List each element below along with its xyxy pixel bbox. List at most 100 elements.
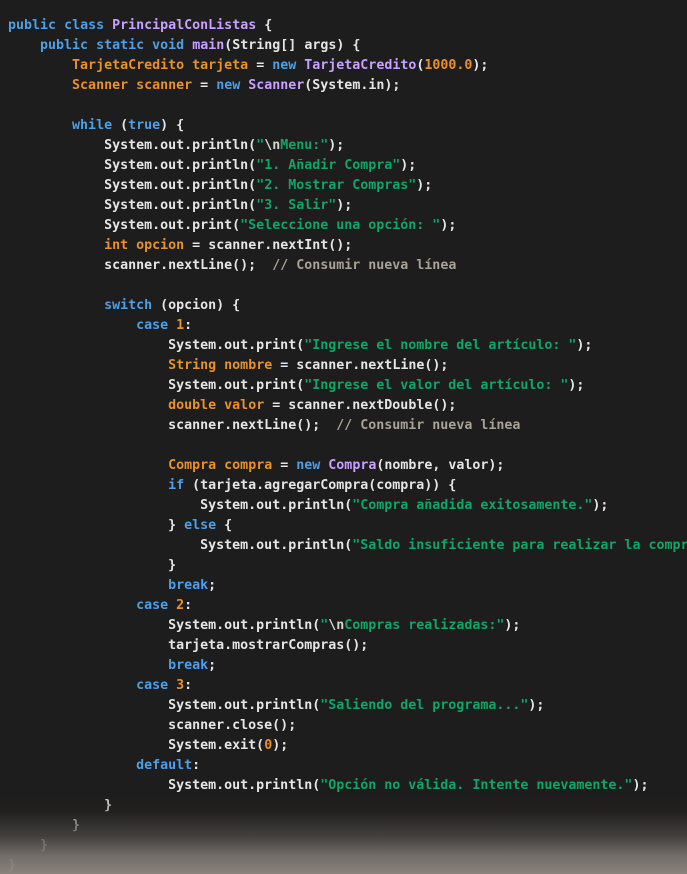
- code-token-pln: =: [192, 78, 217, 94]
- code-token-kw: void: [152, 38, 185, 54]
- code-token-typ: String: [168, 358, 217, 374]
- code-line: System.out.print("Ingrese el valor del a…: [0, 376, 687, 396]
- code-token-num: 1: [176, 318, 185, 334]
- code-token-pln: System.out.println(: [104, 198, 257, 214]
- code-token-pln: [168, 598, 176, 613]
- code-token-pln: [8, 738, 168, 753]
- code-token-pln: }: [8, 858, 17, 874]
- code-token-str: "2. Mostrar Compras": [256, 178, 417, 194]
- code-token-pln: ) {: [160, 118, 185, 134]
- code-token-pln: }: [8, 558, 177, 574]
- code-token-str: ": [256, 138, 265, 154]
- code-line: System.out.println("2. Mostrar Compras")…: [0, 176, 687, 196]
- code-line: System.out.println("Saliendo del program…: [0, 696, 687, 716]
- code-token-str: "Saldo insuficiente para realizar la com…: [352, 538, 687, 554]
- code-token-pln: [88, 38, 96, 53]
- code-token-str: Compras realizadas:": [344, 618, 505, 634]
- code-line: public static void main(String[] args) {: [0, 36, 687, 56]
- code-token-pln: System.out.println(: [200, 538, 353, 554]
- code-line: double valor = scanner.nextDouble();: [0, 396, 687, 416]
- code-token-pln: System.exit(: [168, 738, 265, 754]
- code-token-num: 2: [176, 598, 185, 614]
- code-line: Scanner scanner = new Scanner(System.in)…: [0, 76, 687, 96]
- code-line: tarjeta.mostrarCompras();: [0, 636, 687, 656]
- code-token-pln: =: [272, 458, 297, 474]
- code-token-pln: [8, 698, 168, 713]
- code-line: scanner.nextLine(); // Consumir nueva lí…: [0, 416, 687, 436]
- code-token-pln: [8, 58, 72, 73]
- code-token-pln: [8, 318, 136, 333]
- code-token-typ: compra: [224, 458, 273, 474]
- code-token-pln: scanner.nextLine();: [168, 418, 337, 434]
- code-token-pln: );: [472, 58, 489, 74]
- code-token-pln: [8, 38, 40, 53]
- code-token-pln: (opcion) {: [152, 298, 241, 314]
- code-line: if (tarjeta.agregarCompra(compra)) {: [0, 476, 687, 496]
- code-token-pln: scanner.nextLine();: [296, 358, 449, 374]
- code-screenshot: public class PrincipalConListas { public…: [0, 0, 687, 874]
- code-token-pln: [8, 418, 168, 433]
- code-token-typ: Compra: [168, 458, 217, 474]
- code-token-pln: }: [8, 818, 81, 834]
- code-token-num: 0: [264, 738, 273, 754]
- code-token-pln: String: [232, 38, 281, 54]
- code-line: System.out.println("\nMenu:");: [0, 136, 687, 156]
- code-token-pln: :: [184, 678, 193, 694]
- code-token-pln: System.out.print(: [104, 218, 241, 234]
- code-token-typ: scanner: [136, 78, 193, 94]
- code-token-str: "Compra añadida exitosamente.": [352, 498, 593, 514]
- code-token-pln: [] args) {: [280, 38, 361, 54]
- code-token-kw: switch: [104, 298, 153, 314]
- code-token-kw: case: [136, 318, 169, 334]
- code-token-pln: [168, 678, 176, 693]
- code-token-typ: Scanner: [72, 78, 129, 94]
- code-token-pln: (System.in);: [304, 78, 401, 94]
- code-line: case 3:: [0, 676, 687, 696]
- code-line: }: [0, 836, 687, 856]
- code-token-pln: );: [632, 778, 649, 794]
- code-token-pln: );: [336, 198, 353, 214]
- code-line: } else {: [0, 516, 687, 536]
- code-line: scanner.close();: [0, 716, 687, 736]
- code-token-pln: System.out.println(: [168, 778, 321, 794]
- code-token-str: "1. Añadir Compra": [256, 158, 401, 174]
- code-token-str: Menu:": [280, 138, 329, 154]
- code-token-pln: [8, 598, 136, 613]
- code-token-pln: [8, 238, 104, 253]
- code-token-pln: System.out.println(: [104, 158, 257, 174]
- code-token-pln: [8, 138, 104, 153]
- code-token-pln: );: [576, 338, 593, 354]
- code-token-pln: [168, 318, 176, 333]
- code-token-pln: {: [216, 518, 233, 534]
- code-line: String nombre = scanner.nextLine();: [0, 356, 687, 376]
- code-block[interactable]: public class PrincipalConListas { public…: [0, 13, 687, 874]
- code-token-pln: [8, 218, 104, 233]
- code-token-pln: :: [184, 598, 193, 614]
- code-token-pln: System.out.println(: [168, 618, 321, 634]
- code-line: public class PrincipalConListas {: [0, 16, 687, 36]
- code-token-pln: :: [192, 758, 201, 774]
- code-token-pln: );: [440, 218, 457, 234]
- code-token-pln: :: [184, 318, 193, 334]
- code-token-pln: [8, 718, 168, 733]
- code-line: break;: [0, 576, 687, 596]
- code-token-pln: );: [272, 738, 289, 754]
- code-token-typ: double: [168, 398, 217, 414]
- code-token-typ: int: [104, 238, 129, 254]
- code-token-pln: =: [248, 58, 273, 74]
- code-token-kw: break: [168, 658, 209, 674]
- code-token-pln: [144, 38, 152, 53]
- code-line: case 1:: [0, 316, 687, 336]
- code-token-pln: [8, 338, 168, 353]
- code-line: while (true) {: [0, 116, 687, 136]
- code-token-pln: scanner.nextInt();: [208, 238, 353, 254]
- code-token-pln: [8, 78, 72, 93]
- code-token-esc: \n: [328, 618, 345, 634]
- code-token-cmt: // Consumir nueva línea: [272, 258, 457, 274]
- code-line: default:: [0, 756, 687, 776]
- code-token-typ: opcion: [136, 238, 185, 254]
- code-token-pln: [8, 118, 72, 133]
- code-token-pln: [8, 618, 168, 633]
- code-token-str: "Opción no válida. Intente nuevamente.": [320, 778, 633, 794]
